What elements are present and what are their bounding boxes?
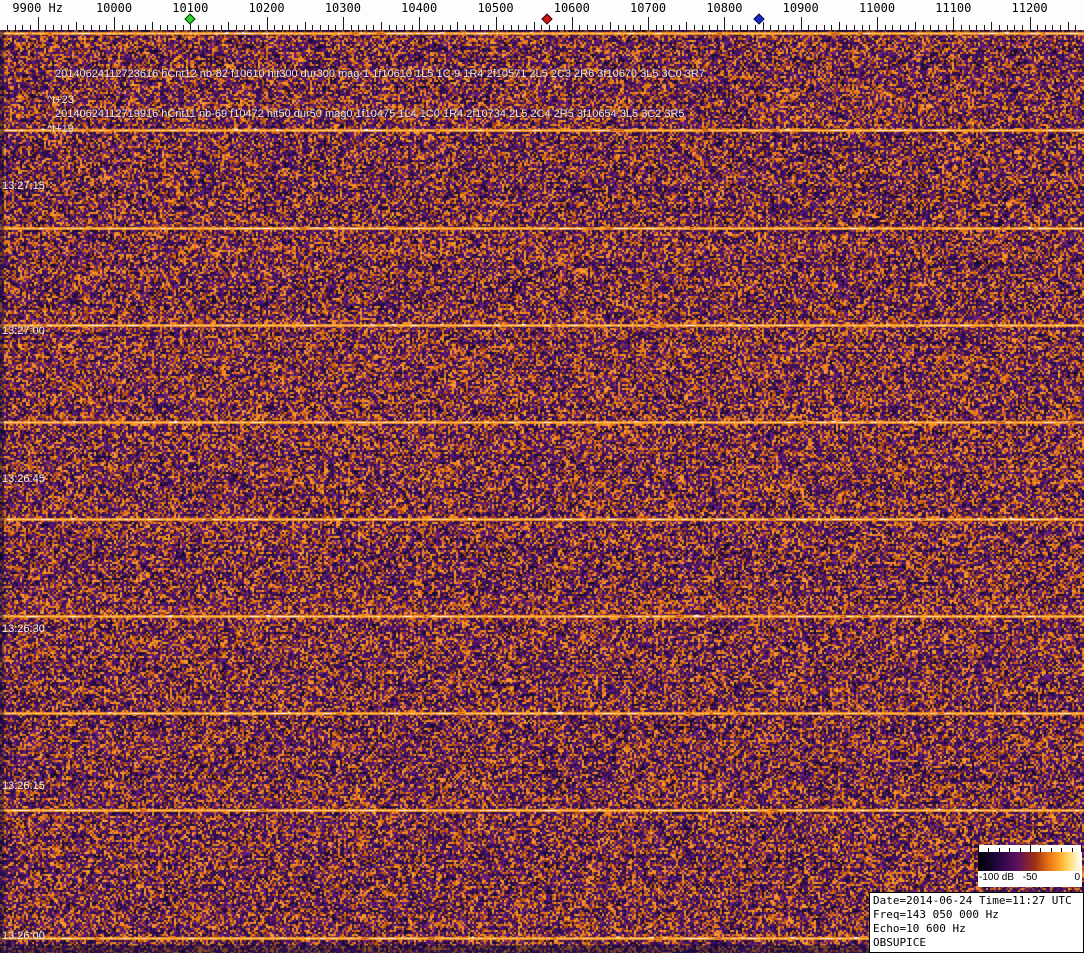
ruler-tick [37,17,39,30]
legend-tick [1009,848,1011,852]
ruler-tick [533,22,535,30]
legend-tick [1050,848,1052,852]
colorbar-gradient [978,852,1082,871]
ruler-tick [915,22,917,30]
time-label: 13:27:15 [2,180,45,192]
meteor-echo-spectrogram-screen: 9900 Hz 10000 10100 10200 10300 10400 10500 106… [0,0,1084,953]
marker-diamond-red[interactable] [541,13,554,25]
legend-mid-label: -50 [1022,872,1038,883]
info-station-line: OBSUPICE [873,936,926,949]
ruler-tick [1067,22,1069,30]
info-freq-line: Freq=143 050 000 Hz [873,908,999,921]
hit-annotation: 20140624112719916 hCnt11 nb-69 f10472 hi… [55,108,685,120]
ruler-tick [381,22,383,30]
ruler-tick [991,22,993,30]
ruler-tick [266,17,268,30]
hit-annotation: ^t+19 [47,123,74,135]
ruler-tick [342,17,344,30]
legend-tick [998,848,1000,852]
legend-tick [1030,845,1031,852]
spectrogram-canvas[interactable] [0,30,1084,953]
ruler-tick [114,17,115,30]
hit-annotation: ^t+23 [47,94,74,106]
legend-tick-row [978,845,1082,852]
time-label: 13:26:15 [2,780,45,792]
time-label: 13:26:45 [2,473,45,485]
time-label: 13:26:30 [2,623,45,635]
ruler-tick [686,22,688,30]
ruler-tick [75,22,77,30]
legend-tick [978,845,979,852]
ruler-frequency-label: 10800 [706,1,743,15]
ruler-frequency-label: 11200 [1011,1,1048,15]
ruler-frequency-label: 10300 [324,1,361,15]
ruler-tick [495,17,497,30]
legend-tick [1081,845,1082,852]
ruler-tick [762,22,764,30]
legend-labels: -100 dB -50 0 [978,871,1082,885]
ruler-tick [838,22,840,30]
marker-diamond-green[interactable] [184,13,196,25]
ruler-frequency-label: 10600 [553,1,590,15]
ruler-frequency-label: 9900 Hz [12,1,63,15]
info-date-line: Date=2014-06-24 Time=11:27 UTC [873,894,1072,907]
ruler-frequency-label: 10900 [782,1,819,15]
ruler-tick [648,17,650,30]
ruler-tick [724,17,726,30]
legend-tick [988,848,990,852]
ruler-frequency-label: 10200 [248,1,285,15]
ruler-tick [228,22,230,30]
db-colorbar-legend: -100 dB -50 0 [978,845,1082,887]
ruler-tick [877,17,878,30]
ruler-tick [800,17,802,30]
station-info-box: Date=2014-06-24 Time=11:27 UTC Freq=143 … [869,892,1084,953]
hit-annotation: 20140624112723616 hCnt12 nb-82 f10610 hi… [55,68,705,80]
ruler-frequency-label: 10500 [477,1,514,15]
ruler-tick [609,22,611,30]
spectrogram-area[interactable]: -100 dB -50 0 Date=2014-06-24 Time=11:27… [0,30,1084,953]
ruler-tick [571,17,573,30]
ruler-tick [1029,17,1031,30]
legend-max-label: 0 [1074,872,1080,883]
legend-tick [1040,848,1042,852]
ruler-tick [457,22,459,30]
legend-min-label: -100 dB [979,872,1015,883]
ruler-frequency-label: 10400 [401,1,438,15]
ruler-tick [419,17,421,30]
info-echo-line: Echo=10 600 Hz [873,922,966,935]
ruler-frequency-label: 10700 [630,1,667,15]
ruler-tick [152,22,154,30]
legend-tick [1071,848,1073,852]
ruler-tick [953,17,955,30]
ruler-frequency-label: 10000 [95,1,133,15]
ruler-tick [304,22,306,30]
legend-tick [1061,848,1063,852]
time-label: 13:26:00 [2,930,45,942]
ruler-frequency-label: 11000 [858,1,896,15]
ruler-frequency-label: 11100 [935,1,972,15]
time-label: 13:27:00 [2,325,45,337]
legend-tick [1019,848,1021,852]
frequency-ruler[interactable]: 9900 Hz 10000 10100 10200 10300 10400 10500 106… [0,0,1084,30]
